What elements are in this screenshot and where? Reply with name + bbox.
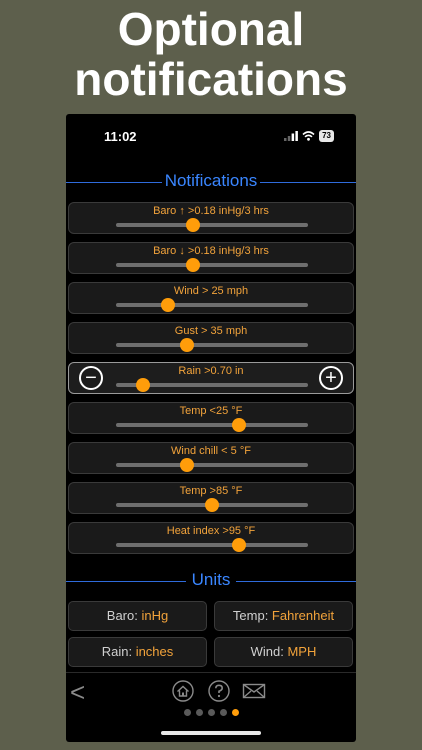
home-icon[interactable] [172,680,194,702]
notification-row[interactable]: Baro ↑ >0.18 inHg/3 hrs [68,202,354,234]
notification-label: Gust > 35 mph [174,325,248,337]
temp-units-value: Fahrenheit [271,608,335,623]
slider-thumb[interactable] [231,418,246,432]
wind-units-label: Wind: [250,644,288,659]
notification-label: Temp <25 °F [179,405,243,417]
slider-thumb[interactable] [180,338,195,352]
headline-line-1: Optional [117,3,305,55]
baro-units-button[interactable]: Baro: inHg [68,601,207,631]
threshold-slider[interactable] [116,258,308,272]
notification-row[interactable]: Heat index >95 °F [68,522,354,554]
slider-thumb[interactable] [185,258,200,272]
toolbar-divider [66,672,356,673]
notification-label: Heat index >95 °F [166,525,256,537]
status-icons: 73 [284,129,334,143]
baro-units-value: inHg [141,608,169,623]
temp-units-label: Temp: [232,608,272,623]
threshold-slider[interactable] [116,298,308,312]
slider-thumb[interactable] [231,538,246,552]
page-dot[interactable] [219,709,227,716]
decrease-button[interactable]: − [79,366,103,390]
wind-units-button[interactable]: Wind: MPH [214,637,353,667]
threshold-slider[interactable] [116,538,308,552]
slider-thumb[interactable] [135,378,150,392]
rain-units-value: inches [135,644,174,659]
headline-line-2: notifications [74,53,348,105]
notifications-header: Notifications [66,170,356,194]
page-dot[interactable] [183,709,191,716]
wifi-icon [302,131,315,141]
threshold-slider[interactable] [116,458,308,472]
slider-thumb[interactable] [160,298,175,312]
baro-units-label: Baro: [106,608,142,623]
notification-row[interactable]: Temp <25 °F [68,402,354,434]
notifications-title: Notifications [162,171,260,190]
headline: Optional notifications [0,4,422,104]
page-dot[interactable] [207,709,215,716]
notification-label: Rain >0.70 in [178,365,244,377]
notification-label: Baro ↓ >0.18 inHg/3 hrs [153,245,269,257]
threshold-slider[interactable] [116,338,308,352]
notification-row[interactable]: Wind chill < 5 °F [68,442,354,474]
slider-thumb[interactable] [185,218,200,232]
threshold-slider[interactable] [116,418,308,432]
cellular-signal-icon [284,131,298,141]
threshold-slider[interactable] [116,378,308,392]
temp-units-button[interactable]: Temp: Fahrenheit [214,601,353,631]
notification-label: Baro ↑ >0.18 inHg/3 hrs [153,205,269,217]
wind-units-value: MPH [287,644,317,659]
notification-label: Wind > 25 mph [173,285,249,297]
notification-row[interactable]: Temp >85 °F [68,482,354,514]
rain-units-label: Rain: [101,644,136,659]
mail-icon[interactable] [242,680,266,702]
slider-thumb[interactable] [180,458,195,472]
page-indicator[interactable] [66,709,356,716]
units-title: Units [189,570,233,589]
phone-screen: 11:02 73 Notifications Baro ↑ >0.18 inHg… [66,114,356,742]
notification-label: Wind chill < 5 °F [171,445,251,457]
home-indicator[interactable] [161,731,261,735]
help-icon[interactable] [208,680,230,702]
threshold-slider[interactable] [116,498,308,512]
status-time: 11:02 [104,129,137,144]
rain-units-button[interactable]: Rain: inches [68,637,207,667]
units-header: Units [66,569,356,593]
back-chevron-icon[interactable]: < [70,679,85,705]
increase-button[interactable]: + [319,366,343,390]
slider-thumb[interactable] [205,498,219,512]
threshold-slider[interactable] [116,218,308,232]
notification-label: Temp >85 °F [179,485,243,497]
notification-row[interactable]: Rain >0.70 in − + [68,362,354,394]
page-dot[interactable] [195,709,203,716]
notification-row[interactable]: Gust > 35 mph [68,322,354,354]
notification-row[interactable]: Baro ↓ >0.18 inHg/3 hrs [68,242,354,274]
battery-icon: 73 [319,130,334,142]
notification-row[interactable]: Wind > 25 mph [68,282,354,314]
page-dot[interactable] [231,709,239,716]
